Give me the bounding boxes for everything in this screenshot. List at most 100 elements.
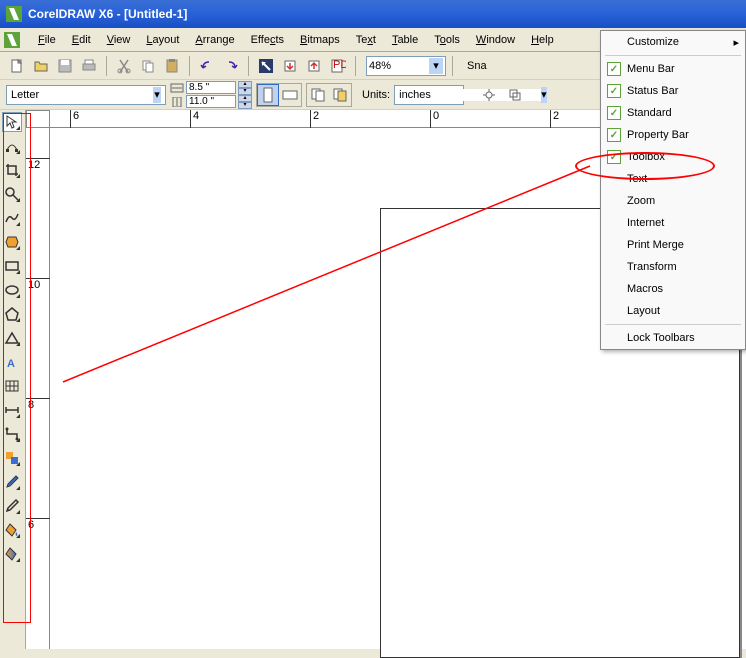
zoom-combo[interactable]: ▾ <box>366 56 446 76</box>
cm-label: Zoom <box>627 195 655 207</box>
context-property-bar[interactable]: ✓ Property Bar <box>601 124 745 146</box>
ruler-v-tick: 8 <box>26 398 50 411</box>
paste-button[interactable] <box>161 55 183 77</box>
width-spinner[interactable]: ▴▾ <box>238 81 252 94</box>
redo-button[interactable] <box>220 55 242 77</box>
zoom-dropdown-arrow[interactable]: ▾ <box>429 58 443 74</box>
context-layout[interactable]: Layout <box>601 300 745 322</box>
basic-shapes-tool[interactable] <box>2 328 22 348</box>
search-button[interactable] <box>255 55 277 77</box>
window-title: CorelDRAW X6 - [Untitled-1] <box>28 7 187 21</box>
current-page-button[interactable] <box>329 84 351 106</box>
shape-tool[interactable] <box>2 136 22 156</box>
check-icon: ✓ <box>607 84 621 98</box>
outline-tool[interactable] <box>2 496 22 516</box>
toolbar-context-menu: Customize ▸ ✓Menu Bar ✓Status Bar ✓Stand… <box>600 30 746 350</box>
freehand-tool[interactable] <box>2 208 22 228</box>
import-button[interactable] <box>279 55 301 77</box>
menu-help[interactable]: Help <box>523 31 562 49</box>
zoom-tool[interactable] <box>2 184 22 204</box>
dimension-tool[interactable] <box>2 400 22 420</box>
units-combo[interactable]: ▾ <box>394 85 464 105</box>
interactive-tool[interactable] <box>2 448 22 468</box>
check-icon: ✓ <box>607 128 621 142</box>
svg-text:PDF: PDF <box>333 59 346 71</box>
text-tool[interactable]: A <box>2 352 22 372</box>
table-tool[interactable] <box>2 376 22 396</box>
zoom-input[interactable] <box>369 60 429 72</box>
context-transform[interactable]: Transform <box>601 256 745 278</box>
menu-effects[interactable]: Effects <box>243 31 292 49</box>
smart-fill-tool[interactable] <box>2 232 22 252</box>
menu-arrange[interactable]: Arrange <box>187 31 242 49</box>
context-customize[interactable]: Customize ▸ <box>601 31 745 53</box>
landscape-button[interactable] <box>279 84 301 106</box>
open-button[interactable] <box>30 55 52 77</box>
polygon-tool[interactable] <box>2 304 22 324</box>
save-button[interactable] <box>54 55 76 77</box>
context-internet[interactable]: Internet <box>601 212 745 234</box>
duplicate-distance-button[interactable] <box>504 84 526 106</box>
menu-window[interactable]: Window <box>468 31 523 49</box>
menu-view[interactable]: View <box>99 31 139 49</box>
ruler-v-tick: 10 <box>26 278 50 291</box>
connector-tool[interactable] <box>2 424 22 444</box>
new-button[interactable] <box>6 55 28 77</box>
svg-text:A: A <box>7 358 15 370</box>
paper-dropdown-arrow[interactable]: ▾ <box>153 87 161 103</box>
rectangle-tool[interactable] <box>2 256 22 276</box>
snap-label: Sna <box>467 60 491 72</box>
context-menu-bar[interactable]: ✓ Menu Bar <box>601 58 745 80</box>
context-text[interactable]: Text <box>601 168 745 190</box>
cm-label: Internet <box>627 217 664 229</box>
eyedropper-tool[interactable] <box>2 472 22 492</box>
height-icon <box>170 97 184 107</box>
check-icon: ✓ <box>607 62 621 76</box>
publish-pdf-button[interactable]: PDF <box>327 55 349 77</box>
menu-file[interactable]: File <box>30 31 64 49</box>
portrait-button[interactable] <box>257 84 279 106</box>
context-zoom[interactable]: Zoom <box>601 190 745 212</box>
print-button[interactable] <box>78 55 100 77</box>
ellipse-tool[interactable] <box>2 280 22 300</box>
page-height-input[interactable] <box>186 95 236 108</box>
menu-layout[interactable]: Layout <box>138 31 187 49</box>
menu-tools[interactable]: Tools <box>426 31 468 49</box>
units-dropdown-arrow[interactable]: ▾ <box>541 87 547 103</box>
context-customize-label: Customize <box>627 36 679 48</box>
page-dimensions: ▴▾ ▴▾ <box>170 81 252 108</box>
context-lock-toolbars[interactable]: Lock Toolbars <box>601 327 745 349</box>
menu-edit[interactable]: Edit <box>64 31 99 49</box>
context-print-merge[interactable]: Print Merge <box>601 234 745 256</box>
export-button[interactable] <box>303 55 325 77</box>
context-status-bar[interactable]: ✓Status Bar <box>601 80 745 102</box>
cut-button[interactable] <box>113 55 135 77</box>
context-macros[interactable]: Macros <box>601 278 745 300</box>
copy-button[interactable] <box>137 55 159 77</box>
undo-button[interactable] <box>196 55 218 77</box>
pick-tool[interactable] <box>2 112 22 132</box>
menu-bitmaps[interactable]: Bitmaps <box>292 31 348 49</box>
cm-label: Text <box>627 173 647 185</box>
height-spinner[interactable]: ▴▾ <box>238 95 252 108</box>
units-label: Units: <box>362 89 390 101</box>
nudge-button[interactable] <box>478 84 500 106</box>
context-toolbox[interactable]: ✓Toolbox <box>601 146 745 168</box>
context-standard[interactable]: ✓Standard <box>601 102 745 124</box>
paper-size-input[interactable] <box>11 89 153 101</box>
ruler-h-tick: 4 <box>190 110 199 128</box>
menu-text[interactable]: Text <box>348 31 384 49</box>
paper-size-combo[interactable]: ▾ <box>6 85 166 105</box>
cm-label: Property Bar <box>627 129 689 141</box>
ruler-corner[interactable] <box>26 110 50 128</box>
interactive-fill-tool[interactable] <box>2 544 22 564</box>
vertical-ruler[interactable]: 12 10 8 6 <box>26 128 50 649</box>
page-width-input[interactable] <box>186 81 236 94</box>
cm-label: Standard <box>627 107 672 119</box>
cm-label: Transform <box>627 261 677 273</box>
fill-tool[interactable] <box>2 520 22 540</box>
cm-label: Menu Bar <box>627 63 675 75</box>
all-pages-button[interactable] <box>307 84 329 106</box>
crop-tool[interactable] <box>2 160 22 180</box>
menu-table[interactable]: Table <box>384 31 426 49</box>
